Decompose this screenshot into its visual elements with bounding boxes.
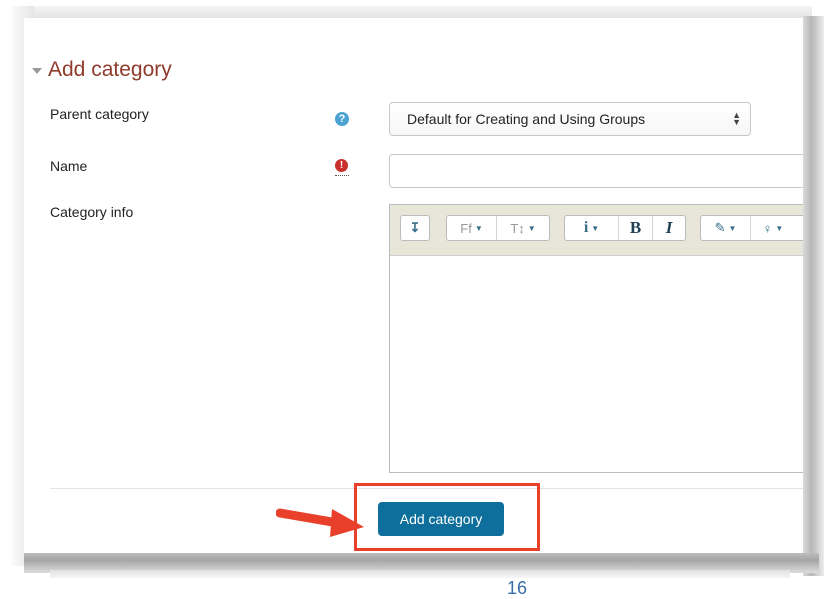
category-info-label: Category info (50, 204, 134, 220)
bold-icon[interactable]: B (619, 216, 653, 240)
help-icon[interactable]: ? (335, 112, 349, 126)
italic-icon[interactable]: I (653, 216, 685, 240)
font-family-button[interactable]: Ff ▼ (447, 216, 497, 240)
lightbulb-button[interactable]: ♀ ▼ (751, 216, 795, 240)
dropdown-caret-icon: ▼ (474, 223, 483, 233)
name-label: Name (50, 158, 88, 174)
toggle-toolbar-icon[interactable]: ↧ (401, 216, 429, 240)
select-arrows-icon: ▲ ▼ (732, 110, 741, 127)
info-button[interactable]: i ▼ (565, 216, 619, 240)
lightbulb-icon: ♀ (762, 220, 773, 236)
editor-toolbar: ↧ Ff ▼ T↕ ▼ i ▼ B I ✎ ▼ ♀ ▼ (390, 205, 803, 256)
frame-shadow-bottom-fade (50, 570, 790, 578)
toolbar-group-font: Ff ▼ T↕ ▼ (446, 215, 550, 241)
moodle-form: Add category Parent category ? Default f… (24, 18, 803, 553)
collapse-caret-icon[interactable] (32, 68, 42, 74)
font-size-button[interactable]: T↕ ▼ (497, 216, 549, 240)
parent-category-value: Default for Creating and Using Groups (407, 111, 646, 127)
arrow-shaft (276, 508, 343, 528)
section-legend[interactable]: Add category (32, 58, 172, 82)
font-size-icon: T↕ (510, 220, 525, 236)
dropdown-caret-icon: ▼ (527, 223, 536, 233)
name-input[interactable] (389, 154, 803, 188)
frame-shadow-right (803, 16, 824, 576)
dropdown-caret-icon: ▼ (728, 223, 737, 233)
dropdown-caret-icon: ▼ (591, 223, 600, 233)
section-title: Add category (48, 58, 172, 81)
font-family-icon: Ff (460, 220, 472, 236)
toolbar-group-toggle: ↧ (400, 215, 430, 241)
parent-category-label: Parent category (50, 106, 149, 122)
page-number: 16 (507, 578, 528, 598)
highlight-box (354, 483, 540, 551)
brush-icon: ✎ (714, 220, 726, 235)
parent-category-select[interactable]: Default for Creating and Using Groups ▲ ▼ (389, 102, 751, 136)
info-icon: i (583, 219, 589, 236)
brush-button[interactable]: ✎ ▼ (701, 216, 751, 240)
dropdown-caret-icon: ▼ (775, 223, 784, 233)
category-info-editor[interactable]: ↧ Ff ▼ T↕ ▼ i ▼ B I ✎ ▼ ♀ ▼ (389, 204, 803, 473)
toolbar-group-insert: ✎ ▼ ♀ ▼ (700, 215, 803, 241)
toolbar-group-style: i ▼ B I (564, 215, 686, 241)
required-icon: ! (335, 159, 349, 179)
